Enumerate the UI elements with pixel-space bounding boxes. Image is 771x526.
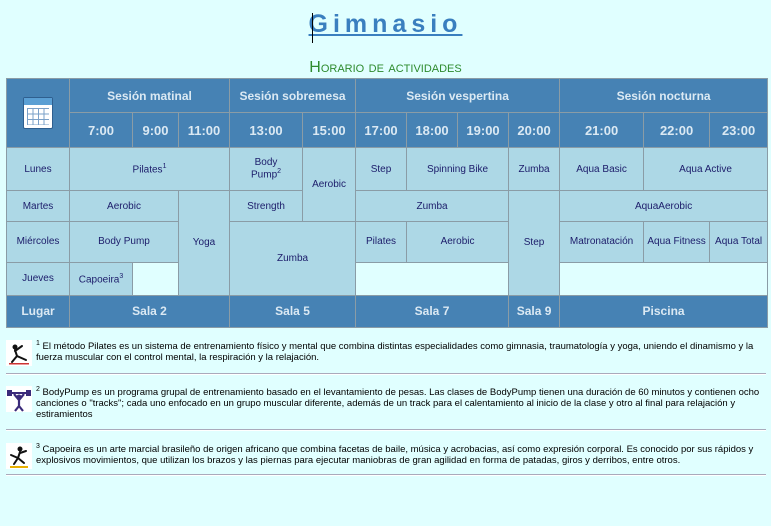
activity-pilates[interactable]: Pilates1 (70, 147, 230, 191)
activity-aquaaerobic[interactable]: AquaAerobic (560, 191, 768, 221)
divider (6, 474, 766, 476)
title-text: Gimnasio (308, 10, 463, 38)
footnote-text: Capoeira es un arte marcial brasileño de… (36, 444, 754, 467)
activity-label: Capoeira (78, 274, 120, 286)
page-title: Gimnasio (0, 10, 771, 39)
footnote-capoeira: 3 Capoeira es un arte marcial brasileño … (6, 441, 766, 471)
hour-header: 9:00 (133, 113, 178, 147)
location-room: Sala 7 (356, 295, 509, 327)
activity-label: Pilates (132, 164, 163, 176)
hour-header: 23:00 (710, 113, 768, 147)
calendar-cell (7, 79, 69, 147)
capoeira-figure-icon (6, 443, 32, 469)
day-label-monday: Lunes (7, 147, 69, 191)
footnote-number: 3 (36, 443, 40, 450)
day-label-wednesday: Miércoles (7, 221, 69, 263)
footnote-link[interactable]: 3 (119, 273, 123, 280)
activity-aqua-total[interactable]: Aqua Total (710, 221, 768, 263)
hour-header: 15:00 (303, 113, 356, 147)
activity-body-pump[interactable]: Body Pump (70, 221, 178, 263)
activity-aerobic[interactable]: Aerobic (70, 191, 178, 221)
activity-step[interactable]: Step (356, 147, 407, 191)
activity-spinning-bike[interactable]: Spinning Bike (407, 147, 509, 191)
activity-zumba[interactable]: Zumba (509, 147, 560, 191)
footnote-pilates: 1 El método Pilates es un sistema de ent… (6, 338, 766, 368)
footnote-number: 1 (36, 340, 40, 347)
schedule-table: Sesión matinal Sesión sobremesa Sesión v… (6, 78, 769, 328)
hour-header: 19:00 (458, 113, 509, 147)
activity-body-pump[interactable]: Body Pump2 (230, 147, 303, 191)
footnote-bodypump: 2 BodyPump es un programa grupal de entr… (6, 384, 766, 424)
activity-capoeira[interactable]: Capoeira3 (70, 263, 132, 295)
activity-zumba[interactable]: Zumba (230, 221, 356, 295)
hour-header: 21:00 (560, 113, 644, 147)
bodypump-logo-icon (6, 386, 32, 412)
location-room: Piscina (560, 295, 768, 327)
footnote-text: BodyPump es un programa grupal de entren… (36, 387, 760, 421)
hour-header: 17:00 (356, 113, 407, 147)
activity-label: Body (254, 157, 278, 169)
activity-pilates[interactable]: Pilates (356, 221, 407, 263)
activity-matronatacion[interactable]: Matronatación (560, 221, 644, 263)
location-room: Sala 9 (509, 295, 560, 327)
empty-slot (560, 263, 768, 295)
day-label-tuesday: Martes (7, 191, 69, 221)
location-room: Sala 5 (230, 295, 356, 327)
activity-aqua-fitness[interactable]: Aqua Fitness (644, 221, 710, 263)
hour-header: 13:00 (230, 113, 303, 147)
activity-strength[interactable]: Strength (230, 191, 303, 221)
activity-zumba[interactable]: Zumba (356, 191, 509, 221)
footnote-text: El método Pilates es un sistema de entre… (36, 341, 754, 364)
session-header-morning: Sesión matinal (70, 79, 230, 113)
activity-yoga[interactable]: Yoga (179, 191, 230, 295)
footnote-number: 2 (36, 386, 40, 393)
location-room: Sala 2 (70, 295, 230, 327)
day-label-thursday: Jueves (7, 263, 69, 295)
divider (6, 429, 766, 431)
hour-header: 20:00 (509, 113, 560, 147)
session-header-afternoon: Sesión vespertina (356, 79, 560, 113)
activity-aqua-active[interactable]: Aqua Active (644, 147, 768, 191)
activity-aerobic[interactable]: Aerobic (407, 221, 509, 263)
calendar-icon (23, 96, 53, 129)
empty-slot (356, 263, 509, 295)
empty-slot (133, 263, 178, 295)
activity-aerobic[interactable]: Aerobic (303, 147, 356, 221)
hour-header: 18:00 (407, 113, 458, 147)
location-label: Lugar (7, 295, 69, 327)
hour-header: 11:00 (179, 113, 230, 147)
schedule-subtitle: Horario de actividades (309, 59, 462, 76)
activity-step[interactable]: Step (509, 191, 560, 295)
footnote-link[interactable]: 2 (277, 168, 281, 175)
hour-header: 7:00 (70, 113, 132, 147)
text-cursor (312, 13, 313, 43)
divider (6, 373, 766, 375)
footnote-link[interactable]: 1 (163, 163, 167, 170)
activity-label: Pump (251, 169, 278, 181)
activity-aqua-basic[interactable]: Aqua Basic (560, 147, 644, 191)
session-header-night: Sesión nocturna (560, 79, 768, 113)
pilates-figure-icon (6, 340, 32, 366)
session-header-midday: Sesión sobremesa (230, 79, 356, 113)
hour-header: 22:00 (644, 113, 710, 147)
